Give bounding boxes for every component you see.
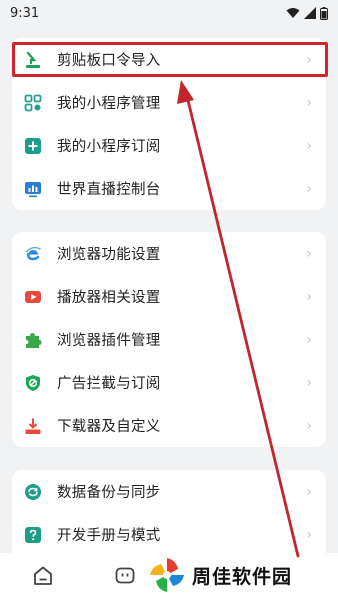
- battery-icon: [320, 6, 328, 20]
- menu-item-player-settings[interactable]: 播放器相关设置 ›: [12, 275, 326, 318]
- chevron-right-icon: ›: [306, 526, 312, 543]
- pinwheel-logo-icon: [150, 558, 184, 592]
- watermark-text: 周佳软件园: [192, 565, 293, 588]
- menu-item-backup-sync[interactable]: 数据备份与同步 ›: [12, 470, 326, 513]
- menu-item-label: 播放器相关设置: [57, 290, 161, 306]
- chevron-right-icon: ›: [306, 137, 312, 154]
- menu-item-miniapp-manage[interactable]: 我的小程序管理 ›: [12, 81, 326, 124]
- menu-item-browser-settings[interactable]: 浏览器功能设置 ›: [12, 232, 326, 275]
- menu-item-label: 下载器及自定义: [57, 419, 161, 435]
- status-bar: 9:31: [0, 0, 338, 26]
- chevron-right-icon: ›: [306, 417, 312, 434]
- menu-item-downloader[interactable]: 下载器及自定义 ›: [12, 404, 326, 447]
- chevron-right-icon: ›: [306, 180, 312, 197]
- highlight-box: [12, 42, 328, 77]
- player-icon: [24, 288, 42, 306]
- menu-item-miniapp-subscribe[interactable]: 我的小程序订阅 ›: [12, 124, 326, 167]
- menu-item-dev-manual[interactable]: 开发手册与模式 ›: [12, 513, 326, 556]
- signal-icon: [304, 7, 316, 19]
- menu-item-plugin-manage[interactable]: 浏览器插件管理 ›: [12, 318, 326, 361]
- subscribe-icon: [24, 137, 42, 155]
- grid-icon: [24, 94, 42, 112]
- menu-item-ad-block[interactable]: 广告拦截与订阅 ›: [12, 361, 326, 404]
- sync-icon: [24, 483, 42, 501]
- chevron-right-icon: ›: [306, 94, 312, 111]
- menu-item-label: 浏览器功能设置: [57, 247, 161, 263]
- menu-item-label: 广告拦截与订阅: [57, 376, 161, 392]
- home-icon: [34, 566, 52, 585]
- chevron-right-icon: ›: [306, 483, 312, 500]
- settings-card-2: 浏览器功能设置 › 播放器相关设置 › 浏览器插件管理 › 广告拦截与订阅 › …: [12, 232, 326, 447]
- chevron-right-icon: ›: [306, 288, 312, 305]
- watermark: 周佳软件园: [148, 556, 292, 594]
- live-console-icon: [24, 180, 42, 198]
- status-icons: [286, 6, 328, 20]
- shield-icon: [24, 374, 42, 392]
- chevron-right-icon: ›: [306, 331, 312, 348]
- chat-bot-icon: [115, 567, 135, 584]
- wifi-icon: [286, 8, 300, 18]
- nav-home-button[interactable]: [30, 563, 56, 589]
- chevron-right-icon: ›: [306, 374, 312, 391]
- download-icon: [24, 417, 42, 435]
- puzzle-icon: [24, 331, 42, 349]
- browser-e-icon: [24, 245, 42, 263]
- menu-item-label: 数据备份与同步: [57, 485, 161, 501]
- menu-item-live-console[interactable]: 世界直播控制台 ›: [12, 167, 326, 210]
- nav-chat-button[interactable]: [112, 563, 138, 589]
- menu-item-label: 我的小程序订阅: [57, 139, 161, 155]
- menu-item-label: 浏览器插件管理: [57, 333, 161, 349]
- menu-item-label: 世界直播控制台: [57, 182, 161, 198]
- status-time: 9:31: [10, 5, 40, 21]
- menu-item-label: 开发手册与模式: [57, 528, 161, 544]
- help-icon: [24, 526, 42, 544]
- chevron-right-icon: ›: [306, 245, 312, 262]
- menu-item-label: 我的小程序管理: [57, 96, 161, 112]
- settings-card-3: 数据备份与同步 › 开发手册与模式 ›: [12, 470, 326, 560]
